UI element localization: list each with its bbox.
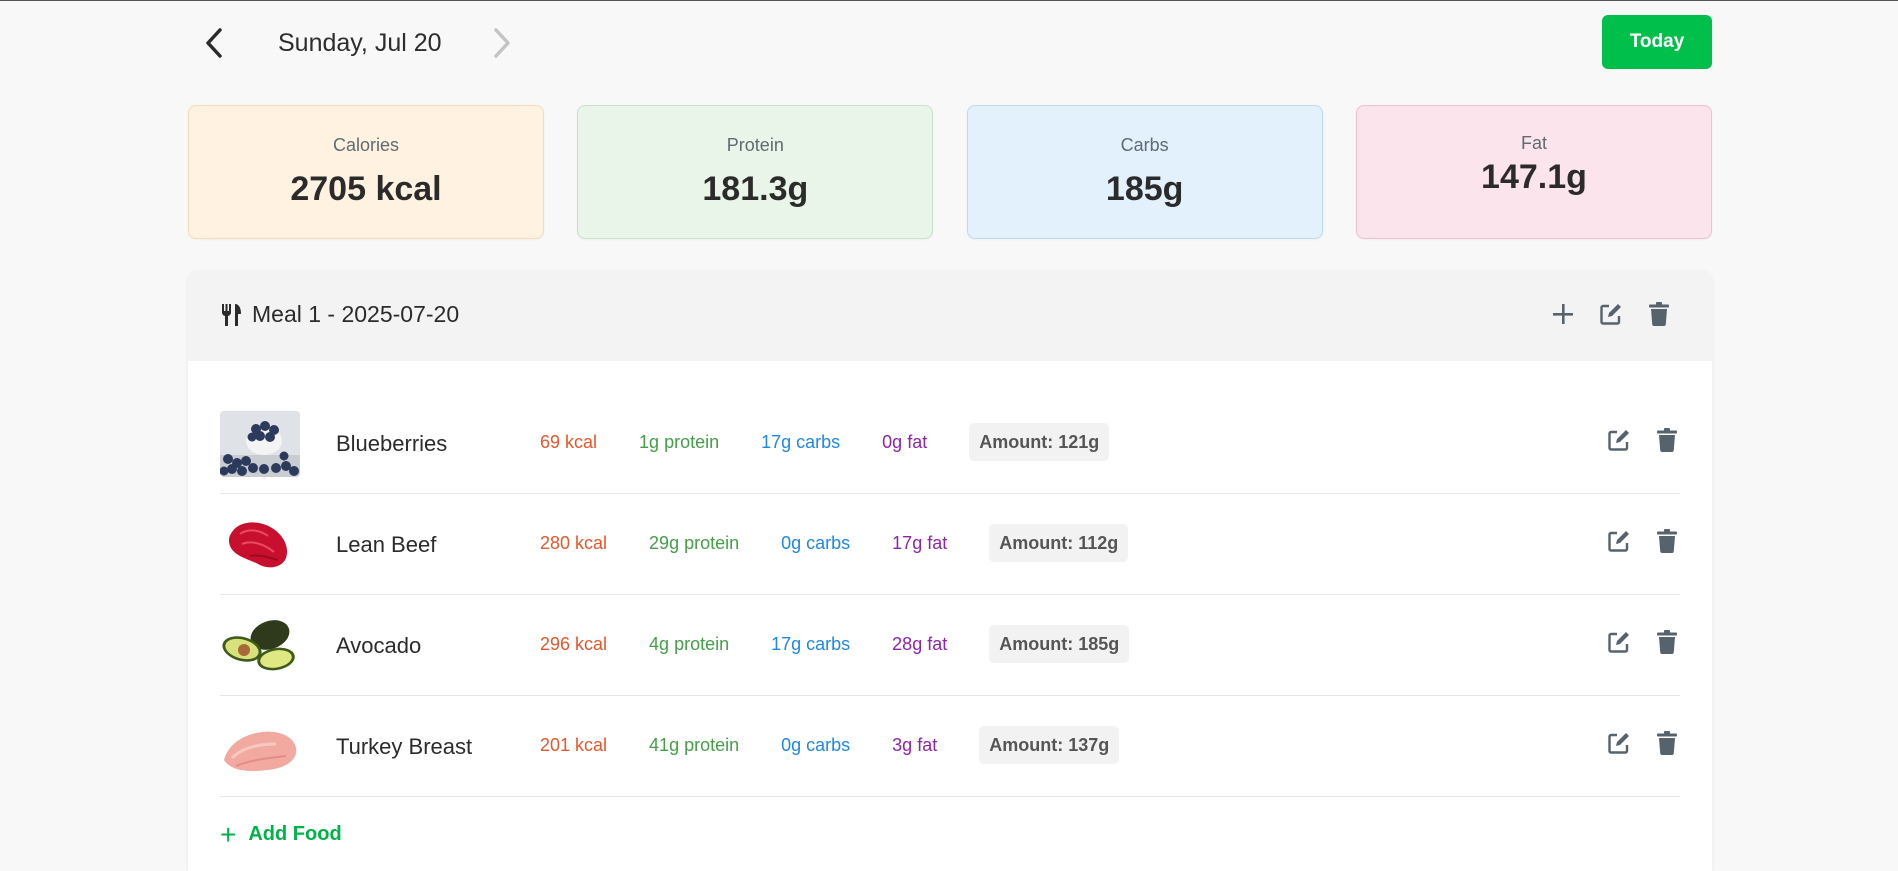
food-row: Turkey Breast 201 kcal 41g protein 0g ca… [220, 696, 1680, 797]
chevron-left-icon [206, 28, 222, 58]
food-kcal: 201 kcal [540, 734, 608, 755]
today-button[interactable]: Today [1602, 15, 1712, 69]
fat-label: Fat [1520, 133, 1547, 153]
protein-label: Protein [726, 135, 784, 155]
food-protein: 29g protein [649, 532, 740, 553]
beef-image [220, 512, 300, 578]
date-navigation: Sunday, Jul 20 Today [188, 1, 1712, 85]
food-row: Avocado 296 kcal 4g protein 17g carbs 28… [220, 595, 1680, 696]
meal-actions [1550, 301, 1672, 327]
macro-summary: Calories 2705 kcal Protein 181.3g Carbs … [188, 105, 1712, 241]
chevron-right-icon [494, 28, 510, 58]
trash-icon [1657, 731, 1677, 755]
food-carbs: 0g carbs [781, 532, 851, 553]
food-amount-badge: Amount: 137g [979, 726, 1120, 764]
utensils-icon [220, 303, 242, 327]
edit-icon [1608, 430, 1629, 451]
delete-food-button[interactable] [1654, 629, 1680, 655]
food-kcal: 69 kcal [540, 431, 598, 452]
edit-food-button[interactable] [1606, 528, 1632, 554]
food-name: Avocado [336, 633, 422, 658]
food-amount-badge: Amount: 121g [969, 423, 1110, 461]
edit-icon [1608, 531, 1629, 552]
carbs-label: Carbs [1120, 135, 1169, 155]
calories-value: 2705 kcal [290, 170, 442, 208]
food-actions [1606, 427, 1680, 453]
food-fat: 0g fat [882, 431, 928, 452]
delete-meal-button[interactable] [1646, 301, 1672, 327]
fat-value: 147.1g [1481, 158, 1587, 196]
carbs-card: Carbs 185g [966, 105, 1323, 239]
protein-value: 181.3g [702, 170, 809, 208]
meal-panel: Meal 1 - 2025-07-20 Blueberries 69 kcal … [188, 271, 1712, 871]
food-name: Lean Beef [336, 532, 437, 557]
delete-food-button[interactable] [1654, 427, 1680, 453]
delete-food-button[interactable] [1654, 528, 1680, 554]
food-kcal: 296 kcal [540, 633, 608, 654]
food-fat: 3g fat [892, 734, 938, 755]
fat-card: Fat 147.1g [1355, 105, 1712, 239]
edit-icon [1608, 632, 1629, 653]
food-carbs: 17g carbs [761, 431, 841, 452]
edit-food-button[interactable] [1606, 730, 1632, 756]
add-to-meal-button[interactable] [1550, 301, 1576, 327]
meal-title: Meal 1 - 2025-07-20 [220, 301, 459, 328]
food-protein: 1g protein [639, 431, 720, 452]
edit-icon [1600, 304, 1621, 325]
edit-meal-button[interactable] [1598, 301, 1624, 327]
calories-label: Calories [332, 135, 400, 155]
food-carbs: 0g carbs [781, 734, 851, 755]
food-macros: 69 kcal 1g protein 17g carbs 0g fat Amou… [540, 423, 1110, 461]
food-macros: 201 kcal 41g protein 0g carbs 3g fat Amo… [540, 726, 1120, 764]
meal-title-text: Meal 1 - 2025-07-20 [252, 301, 460, 327]
food-macros: 280 kcal 29g protein 0g carbs 17g fat Am… [540, 524, 1129, 562]
edit-food-button[interactable] [1606, 427, 1632, 453]
food-macros: 296 kcal 4g protein 17g carbs 28g fat Am… [540, 625, 1130, 663]
food-carbs: 17g carbs [771, 633, 851, 654]
blueberries-image [220, 411, 300, 477]
meal-header: Meal 1 - 2025-07-20 [188, 271, 1712, 361]
trash-icon [1649, 302, 1669, 326]
food-amount-badge: Amount: 185g [989, 625, 1130, 663]
add-food-button[interactable]: + Add Food [220, 818, 342, 850]
food-actions [1606, 730, 1680, 756]
food-row: Blueberries 69 kcal 1g protein 17g carbs… [220, 393, 1680, 494]
add-food-label: Add Food [248, 823, 342, 845]
previous-day-button[interactable] [194, 23, 234, 63]
protein-card: Protein 181.3g [577, 105, 934, 239]
food-protein: 41g protein [649, 734, 740, 755]
next-day-button[interactable] [482, 23, 522, 63]
carbs-value: 185g [1105, 170, 1184, 208]
plus-icon: + [220, 818, 237, 850]
food-name: Blueberries [336, 431, 448, 456]
trash-icon [1657, 428, 1677, 452]
trash-icon [1657, 529, 1677, 553]
food-actions [1606, 528, 1680, 554]
page-container: Sunday, Jul 20 Today Calories 2705 kcal … [188, 1, 1712, 871]
calories-card: Calories 2705 kcal [188, 105, 544, 239]
food-protein: 4g protein [649, 633, 730, 654]
food-name: Turkey Breast [336, 734, 473, 759]
plus-icon [1553, 304, 1573, 324]
current-date: Sunday, Jul 20 [278, 29, 442, 57]
food-amount-badge: Amount: 112g [989, 524, 1129, 562]
turkey-image [220, 714, 300, 780]
food-actions [1606, 629, 1680, 655]
food-list: Blueberries 69 kcal 1g protein 17g carbs… [220, 393, 1680, 797]
delete-food-button[interactable] [1654, 730, 1680, 756]
trash-icon [1657, 630, 1677, 654]
food-fat: 17g fat [892, 532, 948, 553]
avocado-image [220, 613, 300, 679]
edit-food-button[interactable] [1606, 629, 1632, 655]
food-fat: 28g fat [892, 633, 948, 654]
edit-icon [1608, 733, 1629, 754]
food-row: Lean Beef 280 kcal 29g protein 0g carbs … [220, 494, 1680, 595]
food-kcal: 280 kcal [540, 532, 608, 553]
